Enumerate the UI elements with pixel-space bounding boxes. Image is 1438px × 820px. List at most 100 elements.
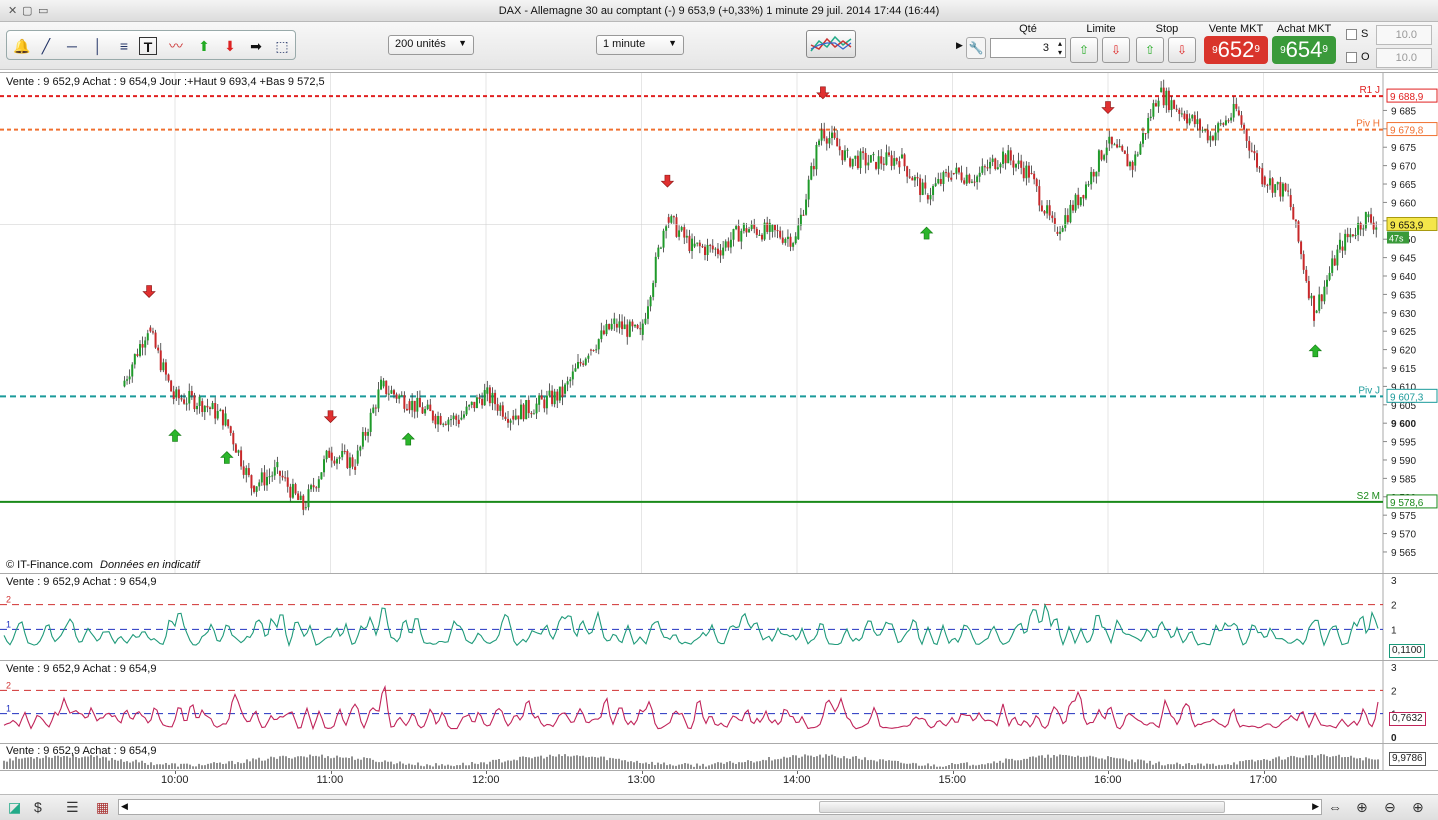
candle-body — [328, 450, 331, 458]
quantity-stepper[interactable]: 3 ▴ ▾ — [990, 38, 1066, 58]
limit-sell-button[interactable]: ⇩ — [1102, 37, 1130, 63]
candle-body — [1162, 87, 1165, 106]
sell-market-button[interactable]: 96529 — [1204, 36, 1268, 64]
scroll-left-icon[interactable]: ◀ — [121, 801, 128, 812]
candle-body — [771, 224, 774, 232]
drawing-tools: 🔔 ╱ ─ │ ≡ T 〰 ⬆ ⬇ ➡ ⬚ — [6, 30, 296, 60]
arrow-down-icon[interactable]: ⬇ — [219, 35, 241, 57]
horizontal-line-icon[interactable]: ─ — [61, 35, 83, 57]
zoom-fit-icon[interactable]: ⊕ — [1356, 799, 1368, 816]
wrench-icon[interactable]: 🔧 — [966, 37, 986, 59]
candle-body — [291, 484, 294, 498]
indicator-icon[interactable]: 〰 — [165, 35, 187, 57]
s-value-field[interactable]: 10.0 — [1376, 25, 1432, 45]
y-tick-label: 9 670 — [1391, 162, 1416, 173]
candle-body — [745, 228, 748, 233]
vertical-line-icon[interactable]: │ — [87, 35, 109, 57]
candle-body — [919, 178, 922, 195]
volume-panel[interactable]: Vente : 9 652,9 Achat : 9 654,9 9,9786 — [0, 743, 1438, 770]
limit-buy-button[interactable]: ⇧ — [1070, 37, 1098, 63]
strategy-icon — [810, 35, 852, 52]
candle-body — [932, 186, 935, 196]
interval-select[interactable]: 1 minute ▼ — [596, 35, 684, 55]
stepper-icon[interactable]: ▴ ▾ — [1058, 39, 1062, 57]
candle-body — [929, 195, 932, 200]
candle-body — [530, 413, 533, 415]
y-tick-label: 9 600 — [1391, 419, 1416, 430]
units-select[interactable]: 200 unités ▼ — [388, 35, 474, 55]
candle-body — [558, 386, 561, 401]
o-option: O 10.0 — [1344, 48, 1438, 68]
reference-label: 1 — [6, 619, 11, 629]
zoom-in-icon[interactable]: ⊕ — [1412, 799, 1424, 816]
candle-body — [1170, 100, 1173, 111]
candle-body — [299, 495, 302, 500]
fibonacci-icon[interactable]: ≡ — [113, 35, 135, 57]
candle-body — [1364, 212, 1367, 229]
arrow-up-icon[interactable]: ⬆ — [193, 35, 215, 57]
candle-body — [735, 226, 738, 230]
candle-body — [1300, 241, 1303, 255]
chart-plus-icon[interactable]: ◪ — [8, 799, 21, 816]
bell-icon[interactable]: 🔔 — [11, 35, 33, 57]
candle-body — [380, 379, 383, 390]
candle-body — [566, 381, 569, 385]
candle-body — [1372, 222, 1375, 230]
line-tool-icon[interactable]: ╱ — [35, 35, 57, 57]
candle-body — [942, 172, 945, 184]
candle-body — [595, 349, 598, 351]
y-tick-label: 3 — [1391, 576, 1397, 587]
scroll-right-icon[interactable]: ▶ — [1312, 801, 1319, 812]
candle-body — [711, 245, 714, 250]
candle-body — [221, 409, 224, 426]
candle-body — [1079, 197, 1082, 206]
indicator-panel-2[interactable]: 321021 Vente : 9 652,9 Achat : 9 654,9 0… — [0, 660, 1438, 743]
candle-body — [766, 222, 769, 232]
o-checkbox[interactable] — [1346, 52, 1357, 63]
buy-market-button[interactable]: 96549 — [1272, 36, 1336, 64]
indicator-add-icon[interactable]: $ — [34, 799, 42, 815]
candle-body — [755, 228, 758, 235]
candle-body — [667, 217, 670, 223]
level-tag-value: 9 688,9 — [1390, 92, 1424, 103]
candle-body — [867, 162, 870, 166]
candle-body — [234, 444, 237, 453]
candle-body — [810, 166, 813, 180]
candle-body — [779, 230, 782, 238]
candle-body — [359, 446, 362, 451]
autoscale-icon[interactable]: ⇔ — [1328, 799, 1342, 815]
candle-body — [589, 349, 592, 351]
candle-body — [351, 457, 354, 467]
s-checkbox[interactable] — [1346, 29, 1357, 40]
zoom-rect-icon[interactable]: ⬚ — [271, 35, 293, 57]
candle-body — [545, 395, 548, 409]
strategy-button[interactable] — [806, 30, 856, 58]
zoom-out-icon[interactable]: ⊖ — [1384, 799, 1396, 816]
candle-body — [1362, 228, 1365, 230]
arrow-right-icon[interactable]: ➡ — [245, 35, 267, 57]
volume-chart[interactable] — [0, 744, 1438, 770]
time-tick — [486, 771, 487, 774]
list-icon[interactable]: ☰ — [66, 799, 79, 816]
stop-sell-button[interactable]: ⇩ — [1168, 37, 1196, 63]
candle-body — [260, 472, 263, 483]
indicator-chart-2[interactable]: 321021 — [0, 661, 1438, 743]
stop-buy-button[interactable]: ⇧ — [1136, 37, 1164, 63]
indicator-chart-1[interactable]: 321021 — [0, 574, 1438, 660]
candle-body — [157, 347, 160, 351]
candle-body — [519, 404, 522, 420]
grid-icon[interactable]: ▦ — [96, 799, 109, 816]
indicator-panel-1[interactable]: 321021 Vente : 9 652,9 Achat : 9 654,9 0… — [0, 573, 1438, 660]
o-value-field[interactable]: 10.0 — [1376, 48, 1432, 68]
scrollbar-thumb[interactable] — [819, 801, 1225, 813]
main-chart-panel[interactable]: 9 6859 6809 6759 6709 6659 6609 6559 650… — [0, 72, 1438, 573]
horizontal-scrollbar[interactable]: ◀ ▶ — [118, 799, 1322, 815]
candle-body — [133, 354, 136, 365]
candle-body — [255, 486, 258, 492]
candle-body — [455, 415, 458, 420]
candlestick-chart[interactable]: 9 6859 6809 6759 6709 6659 6609 6559 650… — [0, 73, 1438, 573]
candle-body — [1331, 258, 1334, 273]
order-menu-icon[interactable]: ▶ — [956, 40, 963, 51]
candle-body — [1344, 233, 1347, 251]
text-tool-icon[interactable]: T — [139, 37, 157, 55]
